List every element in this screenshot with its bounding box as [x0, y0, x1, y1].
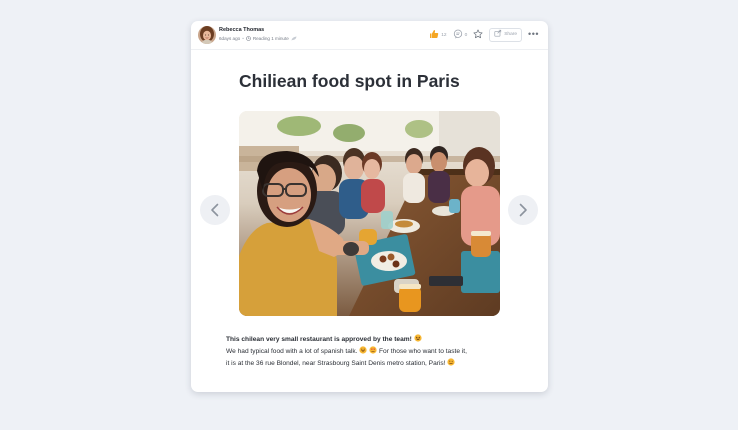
body-line-1: This chilean very small restaurant is ap… [226, 334, 526, 346]
carousel-next-button[interactable] [508, 195, 538, 225]
leaf-icon [291, 36, 297, 41]
post-time: 6days ago [219, 36, 241, 41]
bookmark-button[interactable] [473, 29, 483, 41]
comments-count: 0 [464, 32, 468, 38]
body-line-2b-text: For those who want to taste it, [379, 348, 467, 355]
post-body: This chilean very small restaurant is ap… [226, 334, 526, 370]
post-title: Chiliean food spot in Paris [239, 71, 460, 91]
author-avatar[interactable] [198, 26, 216, 44]
post-actions: 12 0 Share ••• [429, 28, 539, 42]
laughing-emoji-icon [414, 334, 422, 346]
grinning-emoji-icon [359, 346, 367, 358]
body-line-3: it is at the 36 rue Blondel, near Strasb… [226, 358, 526, 370]
body-line-1-text: This chilean very small restaurant is ap… [226, 336, 412, 343]
like-button[interactable]: 12 [429, 29, 447, 41]
body-line-2: We had typical food with a lot of spanis… [226, 346, 526, 358]
body-line-2-text: We had typical food with a lot of spanis… [226, 348, 358, 355]
carousel-prev-button[interactable] [200, 195, 230, 225]
chevron-right-icon [519, 203, 527, 217]
body-line-3-text: it is at the 36 rue Blondel, near Strasb… [226, 360, 446, 367]
wink-emoji-icon [447, 358, 455, 370]
comment-icon [453, 29, 463, 41]
author-name[interactable]: Rebecca Thomas [219, 27, 264, 33]
star-icon [473, 29, 483, 41]
meta-separator: • [242, 36, 244, 41]
share-button[interactable]: Share [489, 28, 523, 42]
post-meta: 6days ago • Reading 1 minute [219, 36, 297, 41]
likes-count: 12 [441, 32, 447, 38]
share-icon [494, 29, 502, 41]
chevron-left-icon [211, 203, 219, 217]
post-header: Rebecca Thomas 6days ago • Reading 1 min… [191, 21, 548, 50]
comment-button[interactable]: 0 [453, 29, 468, 41]
more-dots-icon[interactable]: ••• [528, 29, 539, 41]
reading-time: Reading 1 minute [252, 36, 289, 41]
love-emoji-icon [369, 346, 377, 358]
post-card: Rebecca Thomas 6days ago • Reading 1 min… [191, 21, 548, 392]
post-photo[interactable] [239, 111, 500, 316]
thumbs-up-icon [429, 29, 439, 41]
share-label: Share [504, 32, 518, 37]
clock-icon [246, 36, 251, 41]
